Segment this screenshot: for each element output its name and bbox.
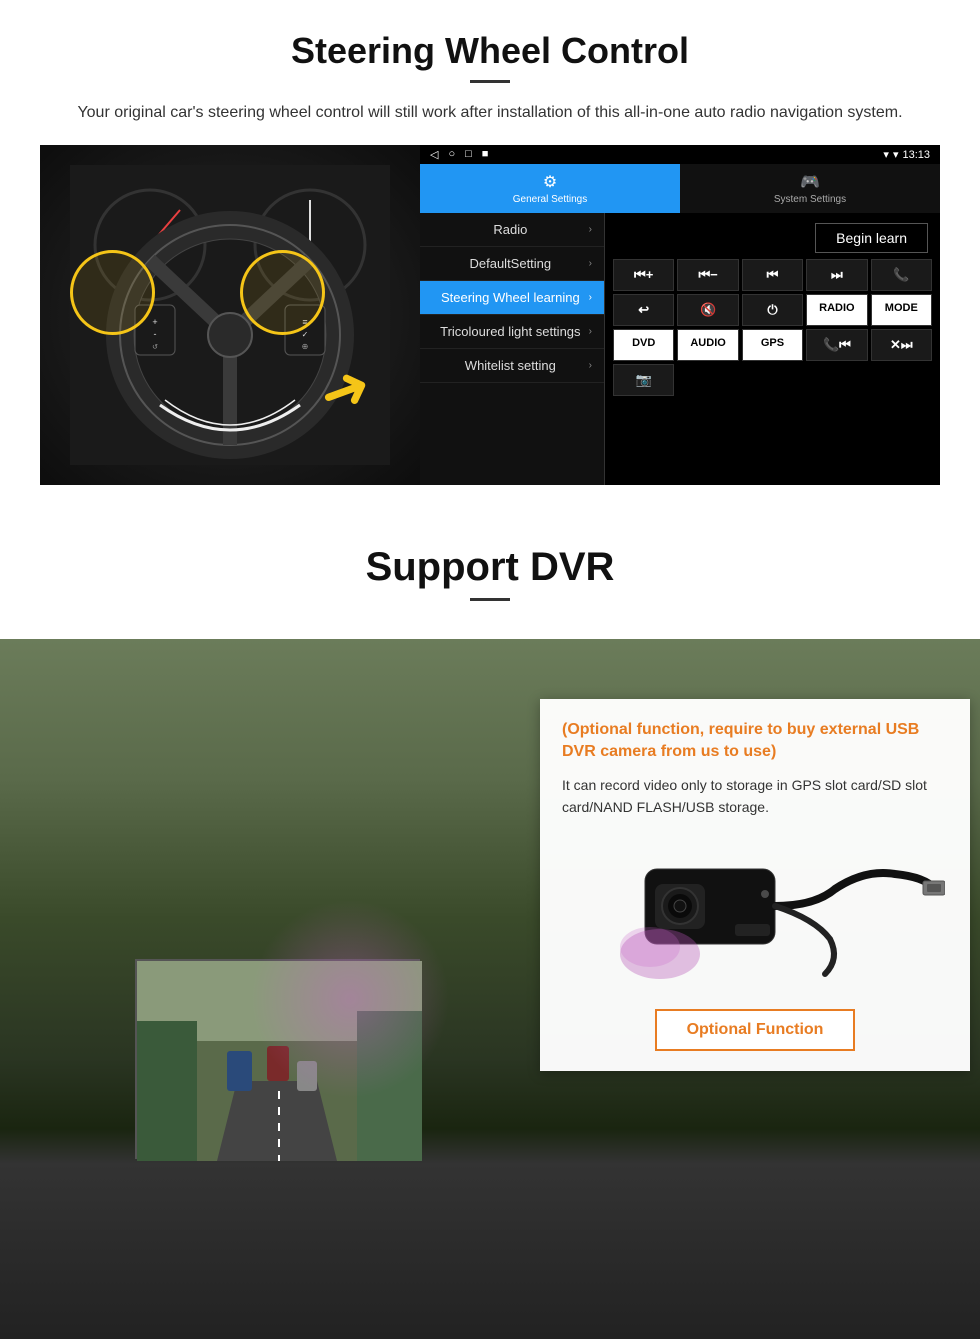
control-grid-row1: ⏮+ ⏮− ⏮ ⏭ 📞 xyxy=(609,259,936,291)
chevron-right-icon: › xyxy=(589,224,592,235)
menu-item-defaultsetting[interactable]: DefaultSetting › xyxy=(420,247,604,281)
android-tabs: ⚙ General Settings 🎮 System Settings xyxy=(420,164,940,213)
screenshot-icon[interactable]: ■ xyxy=(482,148,489,161)
svg-text:+: + xyxy=(152,317,157,327)
ctrl-call[interactable]: 📞 xyxy=(871,259,932,291)
system-icon: 🎮 xyxy=(800,172,820,192)
control-grid-row2: ↩ 🔇 ⏻ RADIO MODE xyxy=(609,294,936,326)
wifi-icon: ▾ xyxy=(893,148,899,161)
android-panel: ◁ ○ □ ■ ▾ ▾ 13:13 ⚙ General Settings xyxy=(420,145,940,485)
tab-general-settings[interactable]: ⚙ General Settings xyxy=(420,164,680,213)
steering-content: + - ↺ ≡ ✓ ⊕ ➜ xyxy=(40,145,940,485)
svg-text:-: - xyxy=(154,329,157,339)
ctrl-power[interactable]: ⏻ xyxy=(742,294,803,326)
dvr-section: Support DVR xyxy=(0,515,980,1339)
dvr-title: Support DVR xyxy=(40,545,940,590)
android-statusbar: ◁ ○ □ ■ ▾ ▾ 13:13 xyxy=(420,145,940,164)
steering-photo: + - ↺ ≡ ✓ ⊕ ➜ xyxy=(40,145,420,485)
menu-item-steering-wheel[interactable]: Steering Wheel learning › xyxy=(420,281,604,315)
ctrl-vol-down[interactable]: ⏮− xyxy=(677,259,738,291)
page-title: Steering Wheel Control xyxy=(40,30,940,72)
steering-photo-bg: + - ↺ ≡ ✓ ⊕ ➜ xyxy=(40,145,420,485)
begin-learn-button[interactable]: Begin learn xyxy=(815,223,928,253)
optional-warning-text: (Optional function, require to buy exter… xyxy=(562,719,948,764)
optional-function-button[interactable]: Optional Function xyxy=(655,1009,856,1051)
home-icon[interactable]: ○ xyxy=(448,148,455,161)
ctrl-mute-next[interactable]: ✕⏭ xyxy=(871,329,932,361)
dvr-header: Support DVR xyxy=(0,515,980,639)
dvr-info-card: (Optional function, require to buy exter… xyxy=(540,699,970,1071)
statusbar-left: ◁ ○ □ ■ xyxy=(430,148,488,161)
settings-gear-icon: ⚙ xyxy=(543,172,557,192)
control-grid-row4: 📷 xyxy=(609,364,936,396)
highlight-circle-left xyxy=(70,250,155,335)
android-body: Radio › DefaultSetting › Steering Wheel … xyxy=(420,213,940,485)
menu-item-tricoloured[interactable]: Tricoloured light settings › xyxy=(420,315,604,349)
menu-item-whitelist[interactable]: Whitelist setting › xyxy=(420,349,604,383)
ctrl-audio[interactable]: AUDIO xyxy=(677,329,738,361)
tab-general-label: General Settings xyxy=(513,194,588,205)
dvr-inset-preview xyxy=(135,959,420,1159)
steering-section: Steering Wheel Control Your original car… xyxy=(0,0,980,505)
section-divider xyxy=(470,80,510,83)
section-description: Your original car's steering wheel contr… xyxy=(60,101,920,125)
ctrl-mode[interactable]: MODE xyxy=(871,294,932,326)
ctrl-radio[interactable]: RADIO xyxy=(806,294,867,326)
tab-system-settings[interactable]: 🎮 System Settings xyxy=(680,164,940,213)
chevron-right-icon-5: › xyxy=(589,360,592,371)
android-menu: Radio › DefaultSetting › Steering Wheel … xyxy=(420,213,605,485)
clock: 13:13 xyxy=(902,149,930,161)
ctrl-dvd[interactable]: DVD xyxy=(613,329,674,361)
chevron-right-icon-3: › xyxy=(589,292,592,303)
chevron-right-icon-4: › xyxy=(589,326,592,337)
svg-text:⊕: ⊕ xyxy=(302,342,309,351)
recent-icon[interactable]: □ xyxy=(465,148,472,161)
dvr-divider xyxy=(470,598,510,601)
menu-item-defaultsetting-label: DefaultSetting xyxy=(432,256,589,271)
ctrl-vol-up[interactable]: ⏮+ xyxy=(613,259,674,291)
ctrl-hangup[interactable]: ↩ xyxy=(613,294,674,326)
back-icon[interactable]: ◁ xyxy=(430,148,438,161)
android-right: Begin learn ⏮+ ⏮− ⏮ ⏭ 📞 ↩ 🔇 ⏻ xyxy=(605,213,940,485)
menu-item-whitelist-label: Whitelist setting xyxy=(432,358,589,373)
dvr-camera-image xyxy=(562,834,948,994)
signal-icon: ▾ xyxy=(883,148,889,161)
svg-text:↺: ↺ xyxy=(152,344,158,351)
ctrl-call-prev[interactable]: 📞⏮ xyxy=(806,329,867,361)
menu-item-radio[interactable]: Radio › xyxy=(420,213,604,247)
menu-item-radio-label: Radio xyxy=(432,222,589,237)
control-grid-row3: DVD AUDIO GPS 📞⏮ ✕⏭ xyxy=(609,329,936,361)
menu-item-tricoloured-label: Tricoloured light settings xyxy=(432,324,589,339)
menu-item-steering-label: Steering Wheel learning xyxy=(432,290,589,305)
ctrl-next[interactable]: ⏭ xyxy=(806,259,867,291)
dvr-preview-svg xyxy=(137,961,422,1161)
dvr-description: It can record video only to storage in G… xyxy=(562,774,948,819)
chevron-right-icon-2: › xyxy=(589,258,592,269)
begin-learn-row: Begin learn xyxy=(609,217,936,259)
dvr-camera-svg xyxy=(565,839,945,989)
ctrl-mute[interactable]: 🔇 xyxy=(677,294,738,326)
svg-text:✓: ✓ xyxy=(302,330,309,339)
ctrl-prev[interactable]: ⏮ xyxy=(742,259,803,291)
ctrl-camera[interactable]: 📷 xyxy=(613,364,674,396)
highlight-circle-right xyxy=(240,250,325,335)
tab-system-label: System Settings xyxy=(774,194,846,205)
statusbar-right: ▾ ▾ 13:13 xyxy=(883,148,930,161)
dvr-photo-bg: (Optional function, require to buy exter… xyxy=(0,639,980,1339)
ctrl-gps[interactable]: GPS xyxy=(742,329,803,361)
